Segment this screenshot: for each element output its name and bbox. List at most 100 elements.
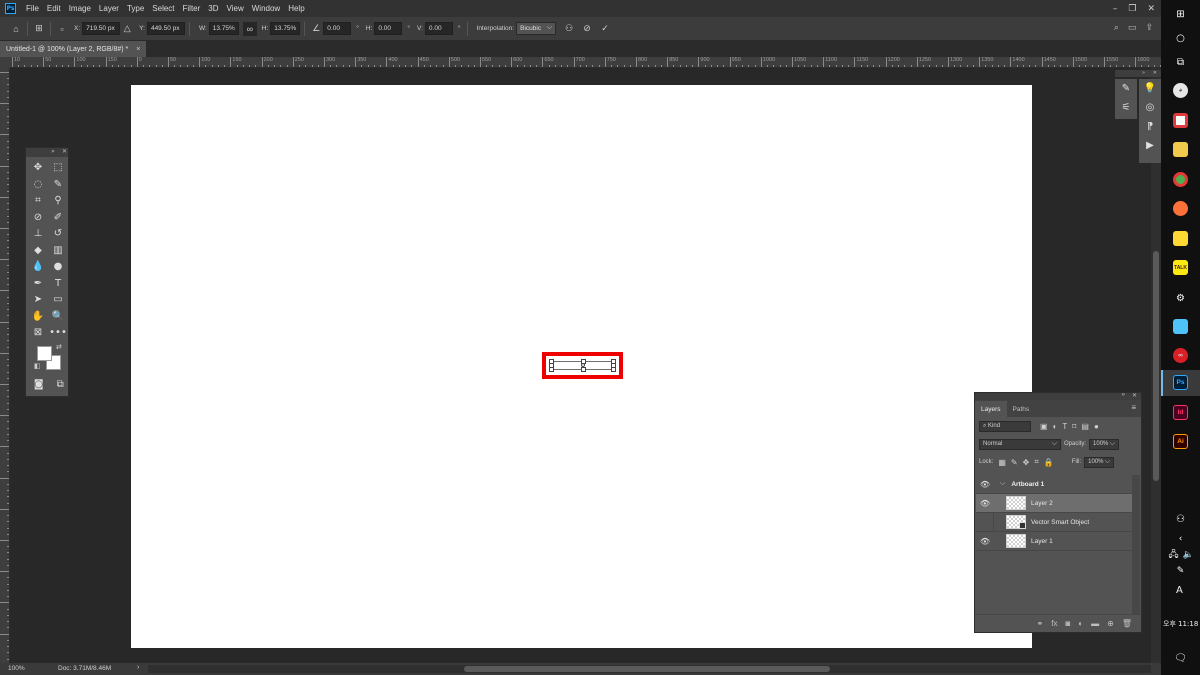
- brush-tool-icon[interactable]: ✐: [49, 210, 67, 225]
- show-hidden-icons-chevron[interactable]: ‹: [1172, 530, 1189, 547]
- x-position-field[interactable]: 719.50 px: [82, 22, 121, 35]
- ruler-horizontal[interactable]: 10 50 100 150 0 50 100 150 200 250 300 350 400 450 500…: [10, 57, 1161, 68]
- menu-3d[interactable]: 3D: [204, 4, 222, 13]
- volume-icon[interactable]: 🔈: [1180, 546, 1197, 563]
- swap-colors-icon[interactable]: ⇄: [56, 343, 62, 351]
- menu-help[interactable]: Help: [284, 4, 308, 13]
- panel-menu-icon[interactable]: ≡: [1131, 403, 1136, 412]
- firefox-icon[interactable]: [1173, 201, 1188, 216]
- libraries-icon[interactable]: ◎: [1139, 98, 1161, 117]
- chrome-icon[interactable]: [1173, 172, 1188, 187]
- highlighted-transform-object[interactable]: [542, 352, 623, 379]
- learn-lightbulb-icon[interactable]: 💡: [1139, 79, 1161, 98]
- input-method-indicator[interactable]: A: [1176, 585, 1183, 596]
- filter-type-icon[interactable]: T: [1062, 422, 1067, 431]
- taskbar-clock[interactable]: 오후 11:18: [1163, 619, 1198, 629]
- dodge-tool-icon[interactable]: ●: [49, 259, 67, 274]
- right-panel-header[interactable]: » ✕: [1115, 70, 1161, 77]
- hand-tool-icon[interactable]: ✋: [29, 309, 47, 324]
- tab-layers[interactable]: Layers: [975, 401, 1007, 417]
- transform-bounding-box[interactable]: [549, 359, 616, 372]
- indesign-taskbar-icon[interactable]: Id: [1173, 405, 1188, 420]
- transform-handle[interactable]: [611, 367, 616, 372]
- interpolation-select[interactable]: Bicubic: [516, 22, 557, 35]
- frame-tool-icon[interactable]: ⊠: [29, 325, 47, 340]
- move-tool-icon[interactable]: ✥: [29, 160, 47, 175]
- fill-field[interactable]: 100%: [1084, 456, 1115, 468]
- search-icon[interactable]: ○: [1172, 30, 1189, 47]
- vertical-scrollbar-thumb[interactable]: [1153, 251, 1159, 481]
- taskbar-app-icon[interactable]: [1173, 319, 1188, 334]
- close-panel-icon[interactable]: ✕: [1153, 70, 1157, 76]
- home-icon[interactable]: ⌂: [9, 22, 23, 36]
- minimize-button[interactable]: –: [1113, 4, 1118, 14]
- opacity-field[interactable]: 100%: [1089, 438, 1120, 450]
- sticky-notes-icon[interactable]: [1173, 231, 1188, 246]
- filter-smart-object-icon[interactable]: ▤: [1081, 422, 1089, 431]
- blur-tool-icon[interactable]: 💧: [29, 259, 47, 274]
- marquee-tool-icon[interactable]: ⬚: [49, 160, 67, 175]
- chevron-down-icon[interactable]: ⌵: [1000, 480, 1005, 488]
- history-brush-tool-icon[interactable]: ↺: [49, 226, 67, 241]
- default-colors-icon[interactable]: ◧: [34, 362, 41, 370]
- transform-handle[interactable]: [549, 367, 554, 372]
- collapse-icon[interactable]: »: [1142, 70, 1145, 76]
- height-field[interactable]: 13.75%: [270, 22, 301, 35]
- status-menu-arrow[interactable]: ›: [137, 664, 139, 671]
- delta-icon[interactable]: △: [120, 22, 134, 36]
- link-icon[interactable]: ∞: [242, 21, 257, 36]
- warp-mode-icon[interactable]: ⚇: [562, 22, 576, 36]
- menu-window[interactable]: Window: [248, 4, 284, 13]
- transform-handle[interactable]: [581, 367, 586, 372]
- close-panel-icon[interactable]: ✕: [1132, 392, 1137, 399]
- zoom-tool-icon[interactable]: 🔍: [49, 309, 67, 324]
- layers-scrollbar[interactable]: [1132, 475, 1140, 615]
- menu-layer[interactable]: Layer: [95, 4, 123, 13]
- layer-row-vector-smart-object[interactable]: Vector Smart Object: [976, 512, 1132, 532]
- lock-transparent-icon[interactable]: ▦: [998, 458, 1006, 467]
- file-explorer-icon[interactable]: [1173, 142, 1188, 157]
- share-icon[interactable]: ⇪: [1145, 22, 1153, 33]
- filter-toggle-icon[interactable]: ●: [1094, 422, 1099, 431]
- adjustment-layer-icon[interactable]: ◐: [1078, 619, 1083, 628]
- workspace-icon[interactable]: ▭: [1128, 22, 1137, 33]
- width-field[interactable]: 13.75%: [208, 22, 239, 35]
- rotation-field[interactable]: 0.00: [323, 22, 352, 35]
- visibility-toggle-empty[interactable]: [976, 512, 994, 532]
- settings-gear-icon[interactable]: ⚙: [1172, 290, 1189, 307]
- blend-mode-select[interactable]: Normal: [979, 438, 1061, 450]
- ruler-corner[interactable]: [0, 57, 10, 68]
- menu-filter[interactable]: Filter: [179, 4, 205, 13]
- document-tab[interactable]: Untitled-1 @ 100% (Layer 2, RGB/8#) * ×: [0, 41, 146, 57]
- eyedropper-tool-icon[interactable]: ⚲: [49, 193, 67, 208]
- menu-view[interactable]: View: [223, 4, 248, 13]
- kakaotalk-icon[interactable]: TALK: [1173, 260, 1188, 275]
- gradient-tool-icon[interactable]: ▥: [49, 243, 67, 258]
- lock-position-icon[interactable]: ✥: [1023, 458, 1030, 467]
- reference-point-toggle-icon[interactable]: ⊞: [32, 22, 46, 36]
- close-panel-icon[interactable]: ✕: [62, 148, 67, 155]
- filter-pixel-icon[interactable]: ▣: [1040, 422, 1048, 431]
- layer-row-layer-2[interactable]: 👁 Layer 2: [976, 494, 1132, 513]
- cancel-transform-icon[interactable]: ⊘: [580, 22, 594, 36]
- menu-file[interactable]: File: [22, 4, 43, 13]
- actions-play-icon[interactable]: ▶: [1139, 136, 1161, 155]
- horizontal-skew-field[interactable]: 0.00: [374, 22, 403, 35]
- adjustments-icon[interactable]: ⚟: [1115, 98, 1137, 117]
- horizontal-scrollbar-thumb[interactable]: [464, 666, 830, 672]
- clone-stamp-tool-icon[interactable]: ⊥: [29, 226, 47, 241]
- rectangle-tool-icon[interactable]: ▭: [49, 292, 67, 307]
- layer-filter-kind[interactable]: ⌕ Kind: [979, 420, 1031, 432]
- close-tab-icon[interactable]: ×: [136, 46, 140, 53]
- visibility-eye-icon[interactable]: 👁: [976, 480, 994, 489]
- eraser-tool-icon[interactable]: ◆: [29, 243, 47, 258]
- taskbar-app-icon[interactable]: ◕: [1173, 83, 1188, 98]
- lock-image-icon[interactable]: ✎: [1011, 458, 1018, 467]
- screen-mode-icon[interactable]: ⧉: [53, 377, 69, 392]
- visibility-eye-icon[interactable]: 👁: [976, 499, 994, 508]
- task-view-icon[interactable]: ⧉: [1172, 54, 1189, 71]
- delete-layer-icon[interactable]: 🗑: [1122, 619, 1132, 628]
- menu-edit[interactable]: Edit: [43, 4, 65, 13]
- lock-all-icon[interactable]: 🔒: [1044, 458, 1054, 467]
- people-icon[interactable]: ⚇: [1172, 511, 1189, 528]
